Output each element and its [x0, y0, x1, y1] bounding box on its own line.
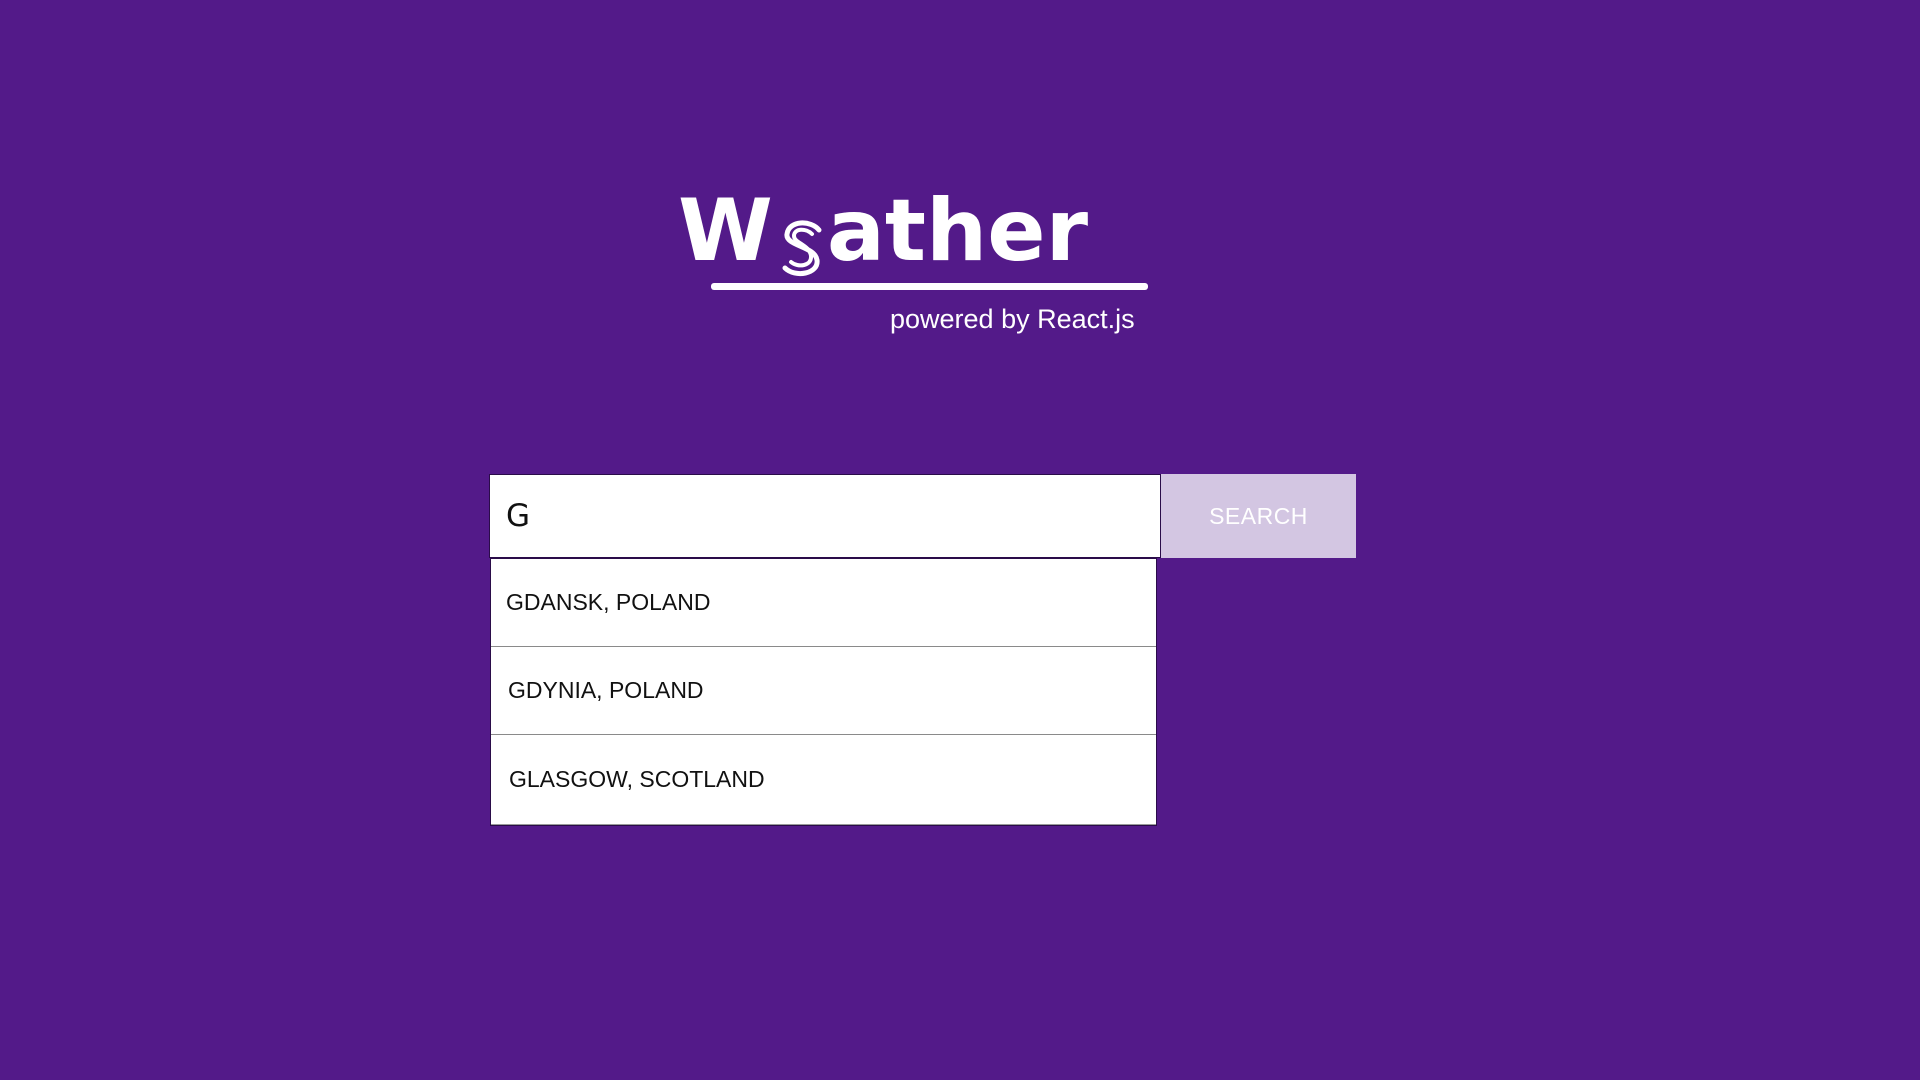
logo-rest: ather: [826, 181, 1088, 281]
search-button[interactable]: SEARCH: [1161, 474, 1356, 558]
suggestion-list: GDANSK, POLAND GDYNIA, POLAND GLASGOW, S…: [490, 558, 1157, 826]
suggestion-item[interactable]: GLASGOW, SCOTLAND: [491, 735, 1156, 825]
logo-underline: [711, 283, 1148, 290]
logo-first-letter: W: [678, 181, 773, 281]
weather-app: W ather powered by React.js SEARCH GDANS…: [0, 0, 1920, 1080]
suggestion-item[interactable]: GDANSK, POLAND: [491, 559, 1156, 647]
search-bar: SEARCH: [489, 474, 1356, 558]
tagline: powered by React.js: [890, 304, 1135, 334]
app-logo: W ather: [678, 178, 1088, 281]
search-input[interactable]: [506, 486, 1146, 546]
search-box[interactable]: [489, 474, 1161, 558]
suggestion-item[interactable]: GDYNIA, POLAND: [491, 647, 1156, 735]
swirl-icon: [779, 208, 827, 277]
